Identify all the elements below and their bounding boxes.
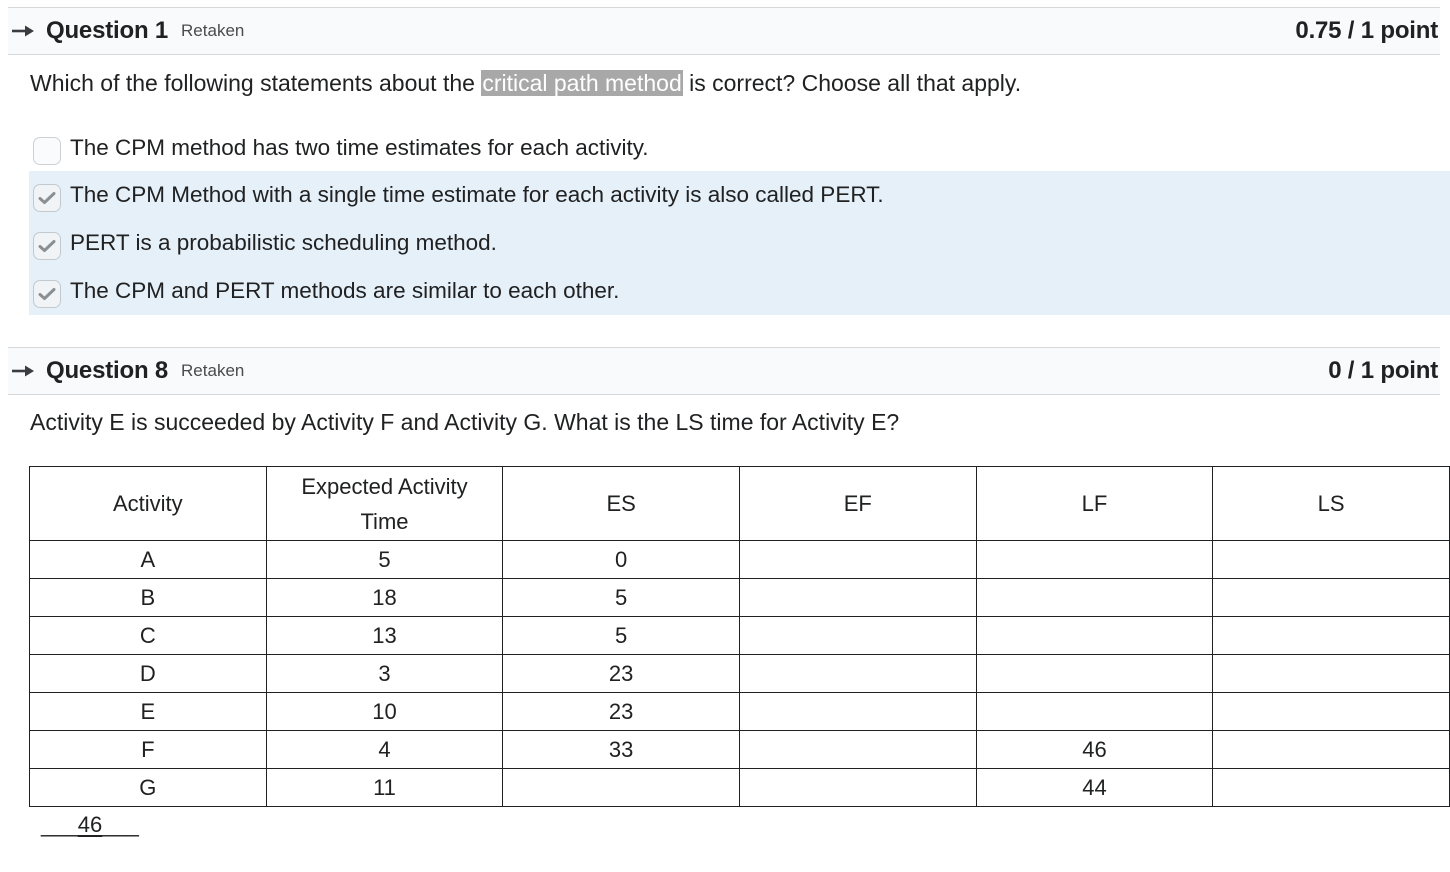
cell-ls xyxy=(1212,616,1450,655)
cell-lf xyxy=(975,692,1214,731)
cell-lf xyxy=(975,540,1214,579)
question-8-prompt: Activity E is succeeded by Activity F an… xyxy=(30,409,900,435)
table-row: D 3 23 xyxy=(29,654,1450,693)
cell-es: 5 xyxy=(502,616,740,655)
cell-activity: B xyxy=(29,578,267,617)
cell-ef xyxy=(738,540,977,579)
cell-expected-time: 11 xyxy=(265,768,504,807)
retaken-badge: Retaken xyxy=(181,21,245,40)
header-es: ES xyxy=(502,466,740,541)
arrow-right-icon xyxy=(10,24,38,38)
table-row: E 10 23 xyxy=(29,692,1450,731)
table-row: C 13 5 xyxy=(29,616,1450,655)
cell-expected-time: 10 xyxy=(265,692,504,731)
header-activity: Activity xyxy=(29,466,267,541)
option-2[interactable]: The CPM Method with a single time estima… xyxy=(29,171,1450,219)
header-expected-time: Expected Activity Time xyxy=(265,466,504,541)
option-label: The CPM Method with a single time estima… xyxy=(70,182,884,207)
option-3[interactable]: PERT is a probabilistic scheduling metho… xyxy=(29,219,1450,267)
option-label: The CPM method has two time estimates fo… xyxy=(70,134,649,160)
checkbox-checked[interactable] xyxy=(33,280,61,308)
cell-lf: 44 xyxy=(975,768,1214,807)
header-lf: LF xyxy=(975,466,1214,541)
cell-expected-time: 3 xyxy=(265,654,504,693)
cell-es: 23 xyxy=(502,654,740,693)
cell-expected-time: 18 xyxy=(265,578,504,617)
cpm-activity-table: Activity Expected Activity Time ES EF LF… xyxy=(29,466,1450,807)
cell-es: 33 xyxy=(502,730,740,769)
answer-options: The CPM method has two time estimates fo… xyxy=(29,124,1450,315)
option-label: The CPM and PERT methods are similar to … xyxy=(70,278,620,303)
highlighted-term: critical path method xyxy=(481,70,683,96)
answer-blank-prefix: ___ xyxy=(41,812,78,837)
answer-value: 46 xyxy=(77,812,103,837)
header-ef: EF xyxy=(738,466,977,541)
cell-ef xyxy=(738,768,977,807)
question-score: 0 / 1 point xyxy=(1328,357,1438,384)
cell-expected-time: 13 xyxy=(265,616,504,655)
retaken-badge: Retaken xyxy=(181,361,245,380)
cell-activity: F xyxy=(29,730,267,769)
question-score: 0.75 / 1 point xyxy=(1295,17,1438,44)
cell-ef xyxy=(738,692,977,731)
cell-es xyxy=(502,768,740,807)
table-row: F 4 33 46 xyxy=(29,730,1450,769)
checkmark-icon xyxy=(38,192,56,204)
checkmark-icon xyxy=(38,240,56,252)
table-header-row: Activity Expected Activity Time ES EF LF… xyxy=(29,466,1450,541)
option-label: PERT is a probabilistic scheduling metho… xyxy=(70,230,497,255)
prompt-text: is correct? Choose all that apply. xyxy=(682,70,1022,96)
header-ls: LS xyxy=(1212,466,1450,541)
cell-ls xyxy=(1212,730,1450,769)
cell-ef xyxy=(738,654,977,693)
cell-activity: G xyxy=(29,768,267,807)
submitted-answer: ___46___ xyxy=(41,812,139,838)
cell-es: 5 xyxy=(502,578,740,617)
cell-lf: 46 xyxy=(975,730,1214,769)
cell-es: 0 xyxy=(502,540,740,579)
cell-activity: C xyxy=(29,616,267,655)
cell-es: 23 xyxy=(502,692,740,731)
cell-activity: E xyxy=(29,692,267,731)
question-1-header: Question 1 Retaken 0.75 / 1 point xyxy=(8,7,1440,55)
checkbox-checked[interactable] xyxy=(33,232,61,260)
table-row: G 11 44 xyxy=(29,768,1450,807)
cell-ls xyxy=(1212,768,1450,807)
cell-ls xyxy=(1212,654,1450,693)
cell-lf xyxy=(975,616,1214,655)
option-4[interactable]: The CPM and PERT methods are similar to … xyxy=(29,267,1450,315)
question-title: Question 1 xyxy=(46,17,169,44)
answer-blank-suffix: ___ xyxy=(102,812,139,837)
cell-activity: A xyxy=(29,540,267,579)
question-title: Question 8 xyxy=(46,357,169,384)
cell-ls xyxy=(1212,540,1450,579)
cell-ef xyxy=(738,730,977,769)
cell-ef xyxy=(738,578,977,617)
cell-expected-time: 4 xyxy=(265,730,504,769)
cell-expected-time: 5 xyxy=(265,540,504,579)
checkbox-checked[interactable] xyxy=(33,184,61,212)
cell-activity: D xyxy=(29,654,267,693)
cell-lf xyxy=(975,654,1214,693)
checkmark-icon xyxy=(38,288,56,300)
header-expected-time-label: Expected Activity Time xyxy=(301,473,468,534)
option-1[interactable]: The CPM method has two time estimates fo… xyxy=(29,124,1450,171)
cell-lf xyxy=(975,578,1214,617)
checkbox-unchecked[interactable] xyxy=(33,136,61,165)
cell-ls xyxy=(1212,692,1450,731)
cell-ef xyxy=(738,616,977,655)
table-row: B 18 5 xyxy=(29,578,1450,617)
prompt-text: Which of the following statements about … xyxy=(30,70,482,96)
cell-ls xyxy=(1212,578,1450,617)
question-8-header: Question 8 Retaken 0 / 1 point xyxy=(8,347,1440,395)
table-row: A50 xyxy=(29,540,1450,579)
question-1-prompt: Which of the following statements about … xyxy=(30,70,1021,97)
arrow-right-icon xyxy=(10,364,38,378)
